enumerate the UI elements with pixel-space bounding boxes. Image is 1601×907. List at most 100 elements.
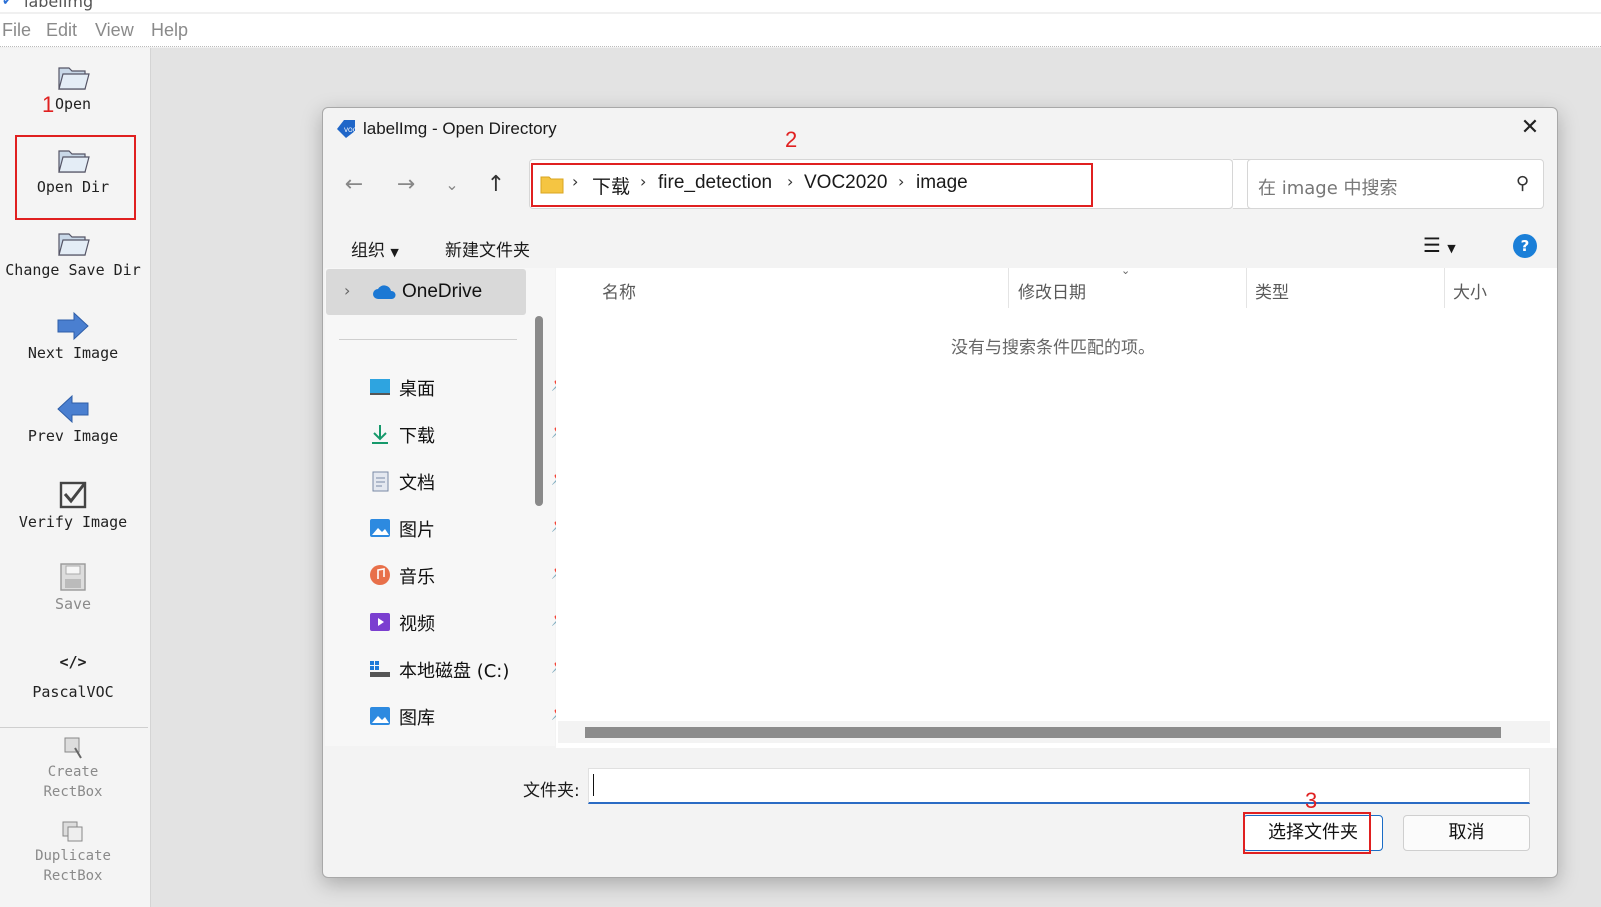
chevron-right-icon: ›: [344, 281, 351, 300]
column-divider[interactable]: [1008, 268, 1009, 308]
open-label: Open: [54, 95, 92, 113]
nav-item-label: 图库: [399, 708, 435, 729]
arrow-left-icon: [57, 394, 89, 424]
next-image-button[interactable]: Next Image: [0, 309, 146, 363]
onedrive-label: OneDrive: [402, 281, 483, 302]
menu-view[interactable]: View: [95, 20, 134, 41]
recent-locations-icon[interactable]: ⌄: [437, 170, 467, 200]
file-list[interactable]: 名称 ⌄ 修改日期 类型 大小 没有与搜索条件匹配的项。: [556, 264, 1557, 748]
format-toggle-button[interactable]: </> PascalVOC: [0, 648, 146, 702]
annotation-box-open-dir: [15, 135, 136, 220]
search-box[interactable]: 在 image 中搜索 ⚲: [1247, 159, 1544, 209]
close-icon[interactable]: ✕: [1517, 116, 1543, 142]
floppy-disk-icon: [60, 563, 86, 591]
sort-chevron-icon: ⌄: [1121, 264, 1131, 277]
duplicate-rectbox-label-1: Duplicate: [35, 848, 111, 864]
nav-item-label: 文档: [399, 473, 435, 494]
cancel-button[interactable]: 取消: [1403, 815, 1530, 851]
menu-file[interactable]: File: [2, 20, 31, 41]
annotation-step-2: 2: [785, 127, 798, 152]
horizontal-scrollbar[interactable]: [585, 727, 1501, 738]
folder-label: 文件夹:: [523, 781, 580, 801]
nav-item-gallery[interactable]: 图库 📌: [369, 703, 568, 729]
view-options-icon[interactable]: ☰ ▼: [1423, 233, 1456, 257]
document-icon: [372, 471, 389, 492]
column-divider[interactable]: [1246, 268, 1247, 308]
column-type[interactable]: 类型: [1255, 278, 1289, 303]
save-label: Save: [54, 595, 92, 613]
desktop-icon: [370, 379, 390, 395]
annotation-step-1: 1: [42, 92, 55, 117]
folder-open-icon: [58, 233, 90, 256]
prev-image-label: Prev Image: [27, 427, 119, 445]
up-icon[interactable]: ↑: [481, 170, 511, 200]
text-caret: [593, 774, 594, 796]
folder-open-icon: [58, 67, 90, 90]
drive-icon: [370, 661, 390, 677]
column-size[interactable]: 大小: [1453, 278, 1487, 303]
duplicate-rectbox-button[interactable]: Duplicate RectBox: [0, 818, 146, 886]
column-name[interactable]: 名称: [602, 278, 636, 303]
command-bar: 组织 ▼ 新建文件夹 ☰ ▼ ?: [323, 224, 1557, 270]
organize-menu[interactable]: 组织 ▼: [351, 236, 399, 261]
nav-onedrive[interactable]: › OneDrive: [326, 269, 526, 315]
verify-image-label: Verify Image: [18, 513, 128, 531]
forward-icon[interactable]: →: [391, 170, 421, 200]
toolbar-divider: [0, 727, 148, 728]
dialog-title: labelImg - Open Directory: [363, 119, 557, 138]
menubar: File Edit View Help: [0, 14, 1601, 47]
folder-input[interactable]: [588, 768, 1530, 804]
duplicate-rectbox-label-2: RectBox: [43, 868, 103, 884]
annotation-box-path: [531, 163, 1093, 207]
video-icon: [370, 613, 390, 631]
verify-image-button[interactable]: Verify Image: [0, 478, 146, 532]
format-label: PascalVOC: [32, 683, 114, 701]
arrow-right-icon: [57, 311, 89, 341]
nav-item-desktop[interactable]: 桌面 📌: [369, 374, 568, 400]
search-icon: ⚲: [1515, 173, 1529, 194]
create-rectbox-label-1: Create: [47, 764, 99, 780]
new-folder-button[interactable]: 新建文件夹: [445, 236, 530, 261]
nav-item-label: 桌面: [399, 379, 435, 400]
code-icon: </>: [59, 653, 87, 671]
next-image-label: Next Image: [27, 344, 119, 362]
nav-item-label: 视频: [399, 614, 435, 635]
caret-down-icon: ▼: [390, 246, 399, 259]
annotation-box-select-folder: [1243, 812, 1371, 854]
nav-item-local-disk[interactable]: 本地磁盘 (C:) 📌: [369, 656, 568, 682]
nav-item-videos[interactable]: 视频 📌: [369, 609, 568, 635]
app-titlebar: ✔ labelImg: [0, 0, 1601, 12]
checkbox-icon: [59, 481, 87, 509]
nav-divider: [339, 339, 517, 340]
search-placeholder: 在 image 中搜索: [1258, 178, 1398, 199]
gallery-icon: [370, 707, 390, 725]
duplicate-rectbox-icon: [62, 821, 83, 842]
prev-image-button[interactable]: Prev Image: [0, 392, 146, 446]
change-save-dir-label: Change Save Dir: [5, 261, 141, 279]
onedrive-cloud-icon: [373, 285, 396, 299]
nav-item-documents[interactable]: 文档 📌: [369, 468, 568, 494]
open-directory-dialog: VOC labelImg - Open Directory ✕ ← → ⌄ ↑ …: [322, 107, 1558, 878]
help-icon[interactable]: ?: [1513, 234, 1537, 258]
open-button[interactable]: Open: [0, 60, 146, 114]
nav-item-label: 音乐: [399, 567, 435, 588]
create-rectbox-label-2: RectBox: [43, 784, 103, 800]
nav-scrollbar[interactable]: [535, 316, 543, 506]
nav-item-label: 下载: [399, 426, 435, 447]
column-modified[interactable]: 修改日期: [1018, 278, 1086, 303]
create-rectbox-icon: [64, 737, 82, 759]
nav-item-pictures[interactable]: 图片 📌: [369, 515, 568, 541]
music-icon: [370, 565, 390, 585]
save-button[interactable]: Save: [0, 560, 146, 614]
menu-help[interactable]: Help: [151, 20, 188, 41]
menu-edit[interactable]: Edit: [46, 20, 77, 41]
change-save-dir-button[interactable]: Change Save Dir: [0, 226, 146, 280]
nav-item-label: 图片: [399, 520, 435, 541]
column-divider[interactable]: [1444, 268, 1445, 308]
svg-text:VOC: VOC: [344, 127, 357, 134]
empty-message: 没有与搜索条件匹配的项。: [951, 338, 1155, 358]
create-rectbox-button[interactable]: Create RectBox: [0, 734, 146, 802]
nav-item-downloads[interactable]: 下载 📌: [369, 421, 568, 447]
back-icon[interactable]: ←: [339, 170, 369, 200]
nav-item-music[interactable]: 音乐 📌: [369, 562, 568, 588]
